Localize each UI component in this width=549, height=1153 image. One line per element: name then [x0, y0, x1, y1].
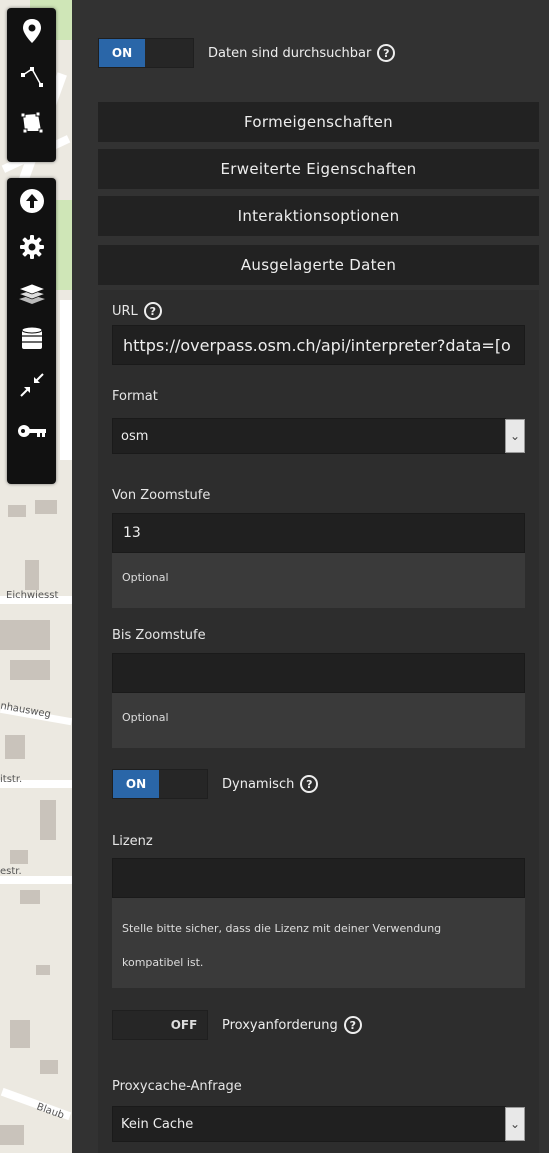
map-view[interactable]: Eichwiesst nhausweg itstr. estr. Blaub	[0, 0, 72, 1153]
license-hint-line: Stelle bitte sicher, dass die Lizenz mit…	[122, 922, 442, 935]
license-input[interactable]	[112, 858, 525, 898]
layers-button[interactable]	[7, 270, 56, 316]
section-remote-data[interactable]: Ausgelagerte Daten	[98, 245, 539, 285]
switch-knob	[145, 39, 193, 67]
proxy-cache-label: Proxycache-Anfrage	[112, 1079, 242, 1094]
proxy-row: OFF Proxyanforderung ?	[112, 1010, 362, 1040]
database-icon	[21, 326, 42, 349]
map-building	[35, 500, 57, 514]
map-road	[60, 300, 72, 460]
map-building	[0, 620, 50, 650]
license-hint: Stelle bitte sicher, dass die Lizenz mit…	[112, 898, 525, 988]
help-icon[interactable]: ?	[377, 44, 396, 62]
map-building	[10, 850, 28, 864]
section-advanced-properties[interactable]: Erweiterte Eigenschaften	[98, 149, 539, 189]
help-icon[interactable]: ?	[343, 1016, 362, 1034]
map-building	[40, 1060, 58, 1074]
shrink-icon	[19, 373, 44, 397]
draw-polygon-button[interactable]	[7, 100, 56, 146]
dynamic-label: Dynamisch ?	[222, 775, 319, 793]
searchable-switch[interactable]: ON	[98, 38, 194, 68]
map-building	[10, 660, 50, 680]
gear-icon	[19, 235, 44, 259]
license-label: Lizenz	[112, 834, 153, 849]
map-building	[40, 800, 56, 840]
polyline-icon	[20, 67, 43, 87]
map-road	[0, 876, 72, 884]
shrink-button[interactable]	[7, 362, 56, 408]
permissions-button[interactable]	[7, 408, 56, 454]
format-select-value: osm	[121, 428, 149, 444]
map-building	[20, 890, 40, 904]
help-icon[interactable]: ?	[300, 775, 319, 793]
section-interaction-options[interactable]: Interaktionsoptionen	[98, 196, 539, 236]
from-zoom-label: Von Zoomstufe	[112, 488, 211, 503]
to-zoom-hint: Optional	[112, 693, 525, 748]
url-label: URL ?	[112, 302, 162, 320]
layers-icon	[17, 283, 46, 304]
help-icon[interactable]: ?	[143, 302, 162, 320]
switch-knob	[159, 770, 207, 798]
from-zoom-input[interactable]: 13	[112, 513, 525, 553]
draw-marker-button[interactable]	[7, 8, 56, 54]
switch-on-label: ON	[113, 770, 159, 798]
layer-settings-panel: ON Daten sind durchsuchbar ? Formeigensc…	[72, 0, 549, 1153]
proxy-switch[interactable]: OFF	[112, 1010, 208, 1040]
searchable-label-text: Daten sind durchsuchbar	[208, 45, 372, 61]
map-street-label: Eichwiesst	[6, 590, 59, 601]
upload-icon	[19, 189, 44, 213]
searchable-label: Daten sind durchsuchbar ?	[208, 44, 396, 62]
data-button[interactable]	[7, 316, 56, 362]
map-building	[25, 560, 39, 590]
dynamic-switch[interactable]: ON	[112, 769, 208, 799]
map-building	[5, 735, 25, 759]
dynamic-row: ON Dynamisch ?	[112, 769, 319, 799]
proxy-label-text: Proxyanforderung	[222, 1017, 338, 1033]
proxy-label: Proxyanforderung ?	[222, 1016, 362, 1034]
draw-polyline-button[interactable]	[7, 54, 56, 100]
switch-on-label: ON	[99, 39, 145, 67]
map-street-label: estr.	[0, 866, 22, 877]
url-input[interactable]: https://overpass.osm.ch/api/interpreter?…	[112, 325, 525, 365]
from-zoom-hint: Optional	[112, 553, 525, 608]
section-shape-properties[interactable]: Formeigenschaften	[98, 102, 539, 142]
edit-toolbar	[7, 178, 56, 484]
license-hint-line: kompatibel ist.	[122, 956, 204, 969]
switch-off-label: OFF	[161, 1011, 207, 1039]
dynamic-label-text: Dynamisch	[222, 776, 295, 792]
url-label-text: URL	[112, 303, 138, 319]
proxy-cache-select[interactable]: Kein Cache ⌄	[112, 1106, 525, 1142]
map-street-label: itstr.	[0, 774, 23, 785]
chevron-down-icon[interactable]: ⌄	[505, 419, 525, 453]
to-zoom-input[interactable]	[112, 653, 525, 693]
marker-icon	[22, 19, 41, 43]
key-icon	[17, 425, 46, 437]
format-label: Format	[112, 389, 158, 404]
switch-knob	[113, 1011, 161, 1039]
searchable-row: ON Daten sind durchsuchbar ?	[98, 38, 396, 68]
map-building	[10, 1020, 30, 1048]
format-select[interactable]: osm ⌄	[112, 418, 525, 454]
proxy-cache-select-value: Kein Cache	[121, 1116, 194, 1132]
to-zoom-label: Bis Zoomstufe	[112, 628, 206, 643]
map-building	[36, 965, 50, 975]
map-building	[0, 1125, 24, 1145]
polygon-icon	[20, 111, 43, 134]
map-building	[8, 505, 26, 517]
settings-button[interactable]	[7, 224, 56, 270]
draw-toolbar	[7, 8, 56, 162]
import-button[interactable]	[7, 178, 56, 224]
chevron-down-icon[interactable]: ⌄	[505, 1107, 525, 1141]
